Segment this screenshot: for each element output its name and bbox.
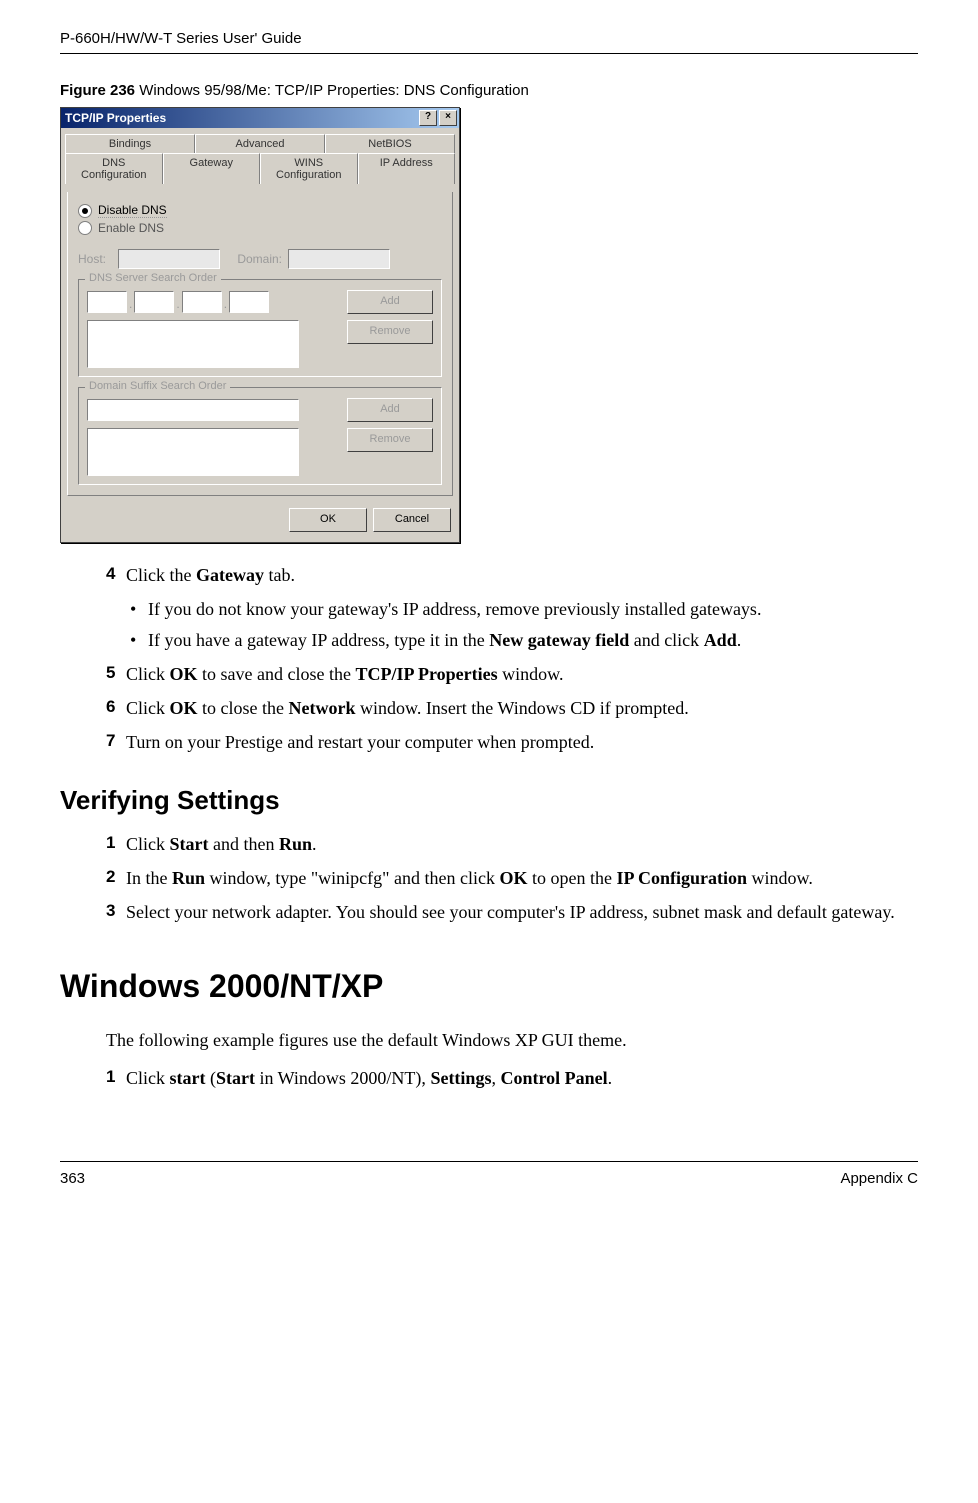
step-6-num: 6	[106, 696, 126, 720]
tab-wins-configuration[interactable]: WINS Configuration	[260, 153, 358, 184]
host-input[interactable]	[118, 249, 220, 269]
domain-suffix-search-order-group: Domain Suffix Search Order Add Remove	[78, 387, 442, 485]
header-guide-title: P-660H/HW/W-T Series User' Guide	[60, 30, 918, 54]
radio-enable-dns-label: Enable DNS	[98, 221, 164, 235]
bullet-2-text: If you have a gateway IP address, type i…	[148, 628, 741, 652]
step-4-text: Click the Gateway tab.	[126, 563, 918, 587]
tab-netbios[interactable]: NetBIOS	[325, 134, 455, 153]
footer-appendix: Appendix C	[840, 1170, 918, 1187]
radio-enable-dns[interactable]	[78, 221, 92, 235]
cancel-button[interactable]: Cancel	[373, 508, 451, 532]
heading-verifying-settings: Verifying Settings	[60, 783, 918, 818]
verify-step-1-num: 1	[106, 832, 126, 856]
tab-bindings[interactable]: Bindings	[65, 134, 195, 153]
dns-server-search-order-group: DNS Server Search Order . . . Add Remove	[78, 279, 442, 377]
tab-gateway[interactable]: Gateway	[163, 153, 261, 184]
verify-step-3-num: 3	[106, 900, 126, 924]
tab-advanced[interactable]: Advanced	[195, 134, 325, 153]
winxp-step-1-num: 1	[106, 1066, 126, 1090]
dns-server-listbox[interactable]	[87, 320, 299, 368]
dns-config-panel: Disable DNS Enable DNS Host: Domain: DNS…	[67, 192, 453, 496]
step-7-num: 7	[106, 730, 126, 754]
step-5-num: 5	[106, 662, 126, 686]
step-4-num: 4	[106, 563, 126, 587]
bullet-mark: •	[130, 597, 148, 621]
radio-disable-dns[interactable]	[78, 204, 92, 218]
dialog-title: TCP/IP Properties	[65, 111, 166, 125]
step-7-text: Turn on your Prestige and restart your c…	[126, 730, 918, 754]
step-5-text: Click OK to save and close the TCP/IP Pr…	[126, 662, 918, 686]
tcpip-properties-dialog: TCP/IP Properties ? × Bindings Advanced …	[60, 107, 460, 543]
footer-page-number: 363	[60, 1170, 85, 1187]
winxp-step-1-text: Click start (Start in Windows 2000/NT), …	[126, 1066, 918, 1090]
tab-dns-configuration[interactable]: DNS Configuration	[65, 153, 163, 184]
winxp-intro-text: The following example figures use the de…	[106, 1028, 918, 1052]
close-button[interactable]: ×	[439, 110, 457, 126]
heading-windows-2000-nt-xp: Windows 2000/NT/XP	[60, 965, 918, 1008]
ok-button[interactable]: OK	[289, 508, 367, 532]
domain-input[interactable]	[288, 249, 390, 269]
bullet-1-text: If you do not know your gateway's IP add…	[148, 597, 761, 621]
dns-remove-button[interactable]: Remove	[347, 320, 433, 344]
suffix-listbox[interactable]	[87, 428, 299, 476]
verify-step-3-text: Select your network adapter. You should …	[126, 900, 918, 924]
suffix-add-button[interactable]: Add	[347, 398, 433, 422]
figure-label-bold: Figure 236	[60, 82, 135, 99]
dns-server-group-title: DNS Server Search Order	[85, 272, 221, 284]
figure-label-rest: Windows 95/98/Me: TCP/IP Properties: DNS…	[135, 82, 529, 99]
host-label: Host:	[78, 252, 118, 266]
verify-step-2-text: In the Run window, type "winipcfg" and t…	[126, 866, 918, 890]
tab-ip-address[interactable]: IP Address	[358, 153, 456, 184]
dns-add-button[interactable]: Add	[347, 290, 433, 314]
step-6-text: Click OK to close the Network window. In…	[126, 696, 918, 720]
dns-ip-input[interactable]: . . .	[87, 291, 269, 313]
figure-caption: Figure 236 Windows 95/98/Me: TCP/IP Prop…	[60, 82, 918, 99]
domain-label: Domain:	[220, 252, 282, 266]
suffix-remove-button[interactable]: Remove	[347, 428, 433, 452]
verify-step-1-text: Click Start and then Run.	[126, 832, 918, 856]
radio-disable-dns-label: Disable DNS	[98, 203, 167, 218]
help-button[interactable]: ?	[419, 110, 437, 126]
bullet-mark: •	[130, 628, 148, 652]
suffix-input[interactable]	[87, 399, 299, 421]
domain-suffix-group-title: Domain Suffix Search Order	[85, 380, 230, 392]
verify-step-2-num: 2	[106, 866, 126, 890]
dialog-titlebar: TCP/IP Properties ? ×	[61, 108, 459, 128]
